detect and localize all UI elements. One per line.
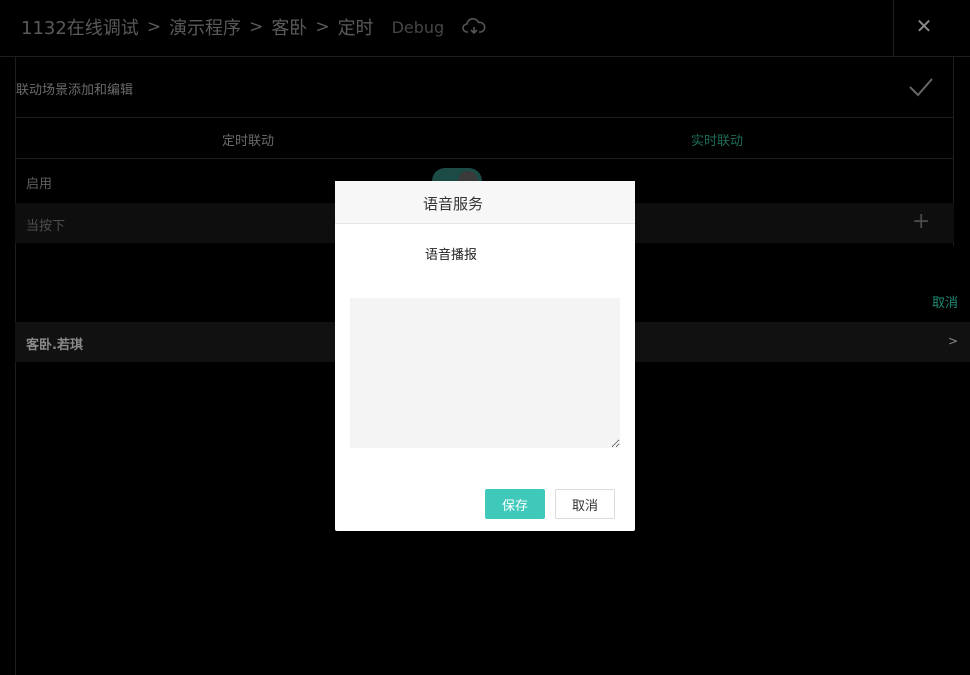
tab-timed-linkage[interactable]: 定时联动 — [222, 130, 274, 149]
breadcrumb-separator: > — [315, 17, 330, 37]
header-divider — [893, 0, 894, 56]
voice-broadcast-label: 语音播报 — [425, 248, 478, 263]
trigger-label: 当按下 — [26, 219, 66, 234]
close-icon[interactable]: ✕ — [913, 15, 935, 37]
voice-service-dialog: 语音服务 语音播报 保存 取消 — [335, 181, 635, 531]
debug-label[interactable]: Debug — [392, 18, 445, 37]
breadcrumb-item-program[interactable]: 演示程序 — [169, 14, 241, 40]
dialog-title: 语音服务 — [423, 195, 484, 213]
breadcrumb-separator: > — [249, 17, 264, 37]
cancel-link[interactable]: 取消 — [932, 292, 958, 311]
panel-border — [15, 56, 16, 675]
save-button[interactable]: 保存 — [485, 489, 545, 519]
breadcrumb-separator: > — [146, 17, 162, 37]
add-icon[interactable]: + — [912, 209, 930, 234]
breadcrumb-item-project[interactable]: 1132在线调试 — [21, 14, 139, 40]
cloud-sync-icon[interactable] — [462, 17, 486, 37]
chevron-right-icon: > — [948, 334, 959, 348]
divider — [15, 158, 954, 159]
section-title: 联动场景添加和编辑 — [16, 83, 134, 98]
divider — [15, 117, 954, 118]
enable-label: 启用 — [26, 177, 53, 192]
checkmark-icon[interactable] — [907, 75, 935, 99]
device-label: 客卧.若琪 — [26, 338, 83, 353]
tab-realtime-linkage[interactable]: 实时联动 — [691, 130, 743, 149]
breadcrumb-item-room[interactable]: 客卧 — [271, 14, 307, 40]
header-bar: 1132在线调试 > 演示程序 > 客卧 > 定时 Debug ✕ — [0, 0, 970, 57]
breadcrumb-item-timer: 定时 — [337, 18, 374, 39]
cancel-button[interactable]: 取消 — [555, 489, 615, 519]
breadcrumb: 1132在线调试 > 演示程序 > 客卧 > 定时 Debug — [21, 14, 486, 40]
voice-broadcast-textarea[interactable] — [350, 298, 620, 448]
dialog-header: 语音服务 — [335, 181, 635, 224]
